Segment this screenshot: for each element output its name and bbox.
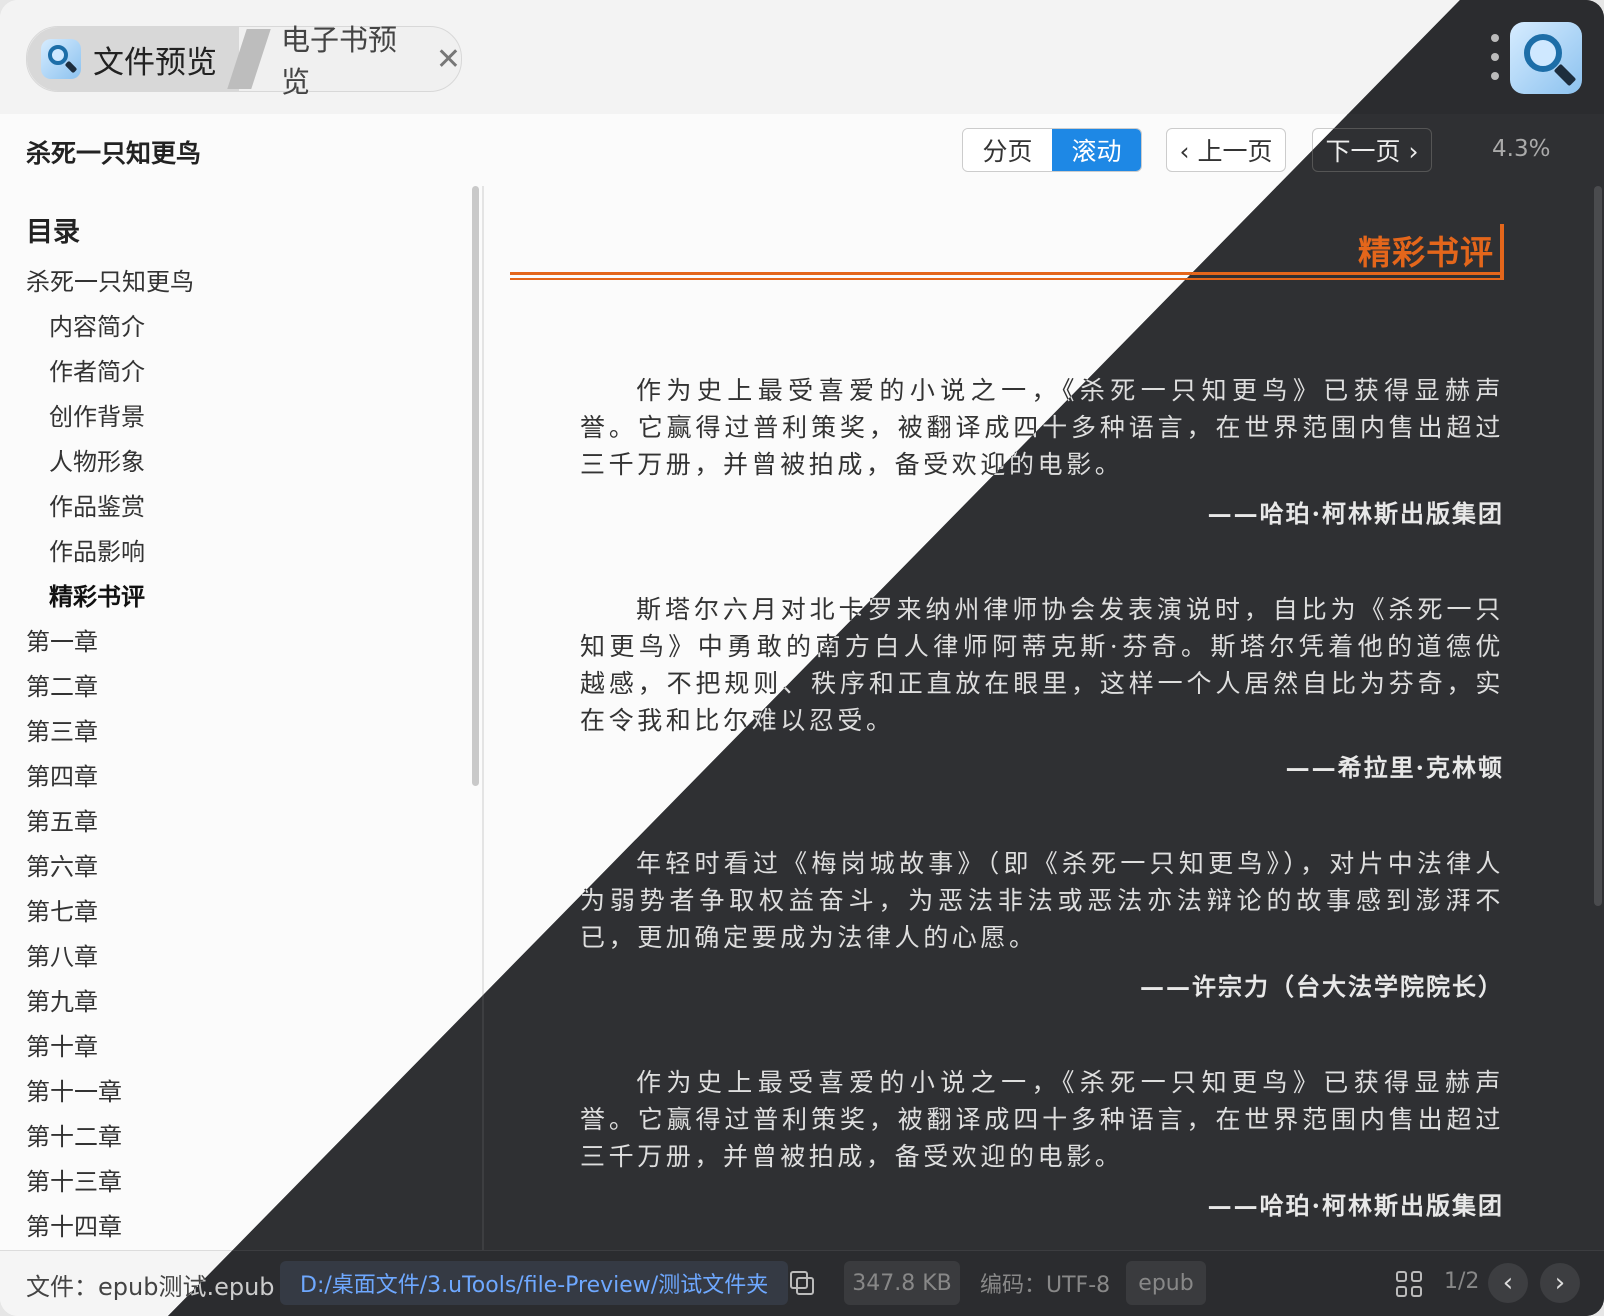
app-window: 文件预览 电子书预览 ✕ 杀死一只知更鸟 分页 滚动 ‹ 上一页 下一页 › 4…	[0, 0, 1604, 1316]
reading-progress: 4.3%	[1492, 136, 1551, 162]
tab-file-preview[interactable]: 文件预览	[27, 27, 239, 91]
file-size: 347.8 KB	[844, 1261, 960, 1305]
toc-item[interactable]: 第九章	[26, 982, 98, 1017]
close-icon[interactable]: ✕	[436, 42, 461, 77]
page-indicator: 1/2	[1444, 1269, 1480, 1294]
mode-scroll-button[interactable]: 滚动	[1052, 129, 1141, 171]
toc-item[interactable]: 第五章	[26, 802, 98, 837]
next-page-button[interactable]: 下一页 ›	[1312, 128, 1432, 172]
prev-file-button[interactable]: ‹	[1488, 1263, 1528, 1303]
toc-item[interactable]: 内容简介	[49, 307, 145, 342]
prev-page-button[interactable]: ‹ 上一页	[1166, 128, 1286, 172]
toc-item[interactable]: 第二章	[26, 667, 98, 702]
toc-item[interactable]: 作者简介	[49, 352, 145, 387]
toc-item[interactable]: 第四章	[26, 757, 98, 792]
toc-item[interactable]: 第十二章	[26, 1117, 122, 1152]
file-path-link[interactable]: D:/桌面文件/3.uTools/file-Preview/测试文件夹	[280, 1261, 789, 1305]
magnifier-icon	[41, 39, 81, 79]
toc-heading: 目录	[26, 217, 80, 248]
title-bar: 文件预览 电子书预览 ✕	[0, 0, 1604, 115]
toc-scrollbar[interactable]	[472, 186, 479, 786]
app-logo-icon[interactable]	[1510, 22, 1582, 94]
mode-paged-button[interactable]: 分页	[963, 129, 1052, 171]
toc-item[interactable]: 杀死一只知更鸟	[26, 262, 194, 297]
tab-ebook-preview-label: 电子书预览	[281, 23, 398, 99]
next-file-button[interactable]: ›	[1540, 1263, 1580, 1303]
review-paragraph: 年轻时看过《梅岗城故事》（即《杀死一只知更鸟》），对片中法律人为弱势者争取权益奋…	[580, 849, 1504, 952]
toc-item[interactable]: 人物形象	[49, 442, 145, 477]
view-mode-switch: 分页 滚动	[962, 128, 1142, 172]
file-encoding: 编码：UTF-8	[980, 1273, 1111, 1298]
toc-item[interactable]: 第八章	[26, 937, 98, 972]
toc-item[interactable]: 第六章	[26, 847, 98, 882]
toc-item[interactable]: 第十四章	[26, 1207, 122, 1242]
tab-file-preview-label: 文件预览	[93, 44, 217, 81]
content-scrollbar[interactable]	[1594, 186, 1602, 906]
review-attribution: ——哈珀·柯林斯出版集团	[1207, 499, 1504, 528]
review-attribution: ——希拉里·克林顿	[1285, 753, 1504, 782]
status-bar: 文件：epub测试.epub D:/桌面文件/3.uTools/file-Pre…	[168, 1250, 1604, 1316]
toc-item[interactable]: 作品影响	[49, 532, 145, 567]
tab-group: 文件预览 电子书预览 ✕	[26, 23, 462, 99]
toc-item[interactable]: 作品鉴赏	[49, 487, 145, 522]
more-menu-icon[interactable]	[1490, 34, 1500, 80]
toc-item[interactable]: 第十一章	[26, 1072, 122, 1107]
toc-item[interactable]: 第十三章	[26, 1162, 122, 1197]
toc-item[interactable]: 精彩书评	[49, 577, 145, 612]
section-heading: 精彩书评	[1358, 233, 1494, 272]
review-attribution: ——许宗力（台大法学院院长）	[1140, 972, 1504, 1001]
review-paragraph: 作为史上最受喜爱的小说之一，《杀死一只知更鸟》已获得显赫声誉。它赢得过普利策奖，…	[580, 1068, 1504, 1171]
copy-icon[interactable]	[790, 1271, 814, 1295]
toc-item[interactable]: 第三章	[26, 712, 98, 747]
toc-item[interactable]: 第十章	[26, 1027, 98, 1062]
file-type: epub	[1126, 1261, 1206, 1305]
toc-item[interactable]: 第一章	[26, 622, 98, 657]
tab-ebook-preview[interactable]: 电子书预览 ✕	[261, 23, 461, 99]
book-title: 杀死一只知更鸟	[26, 139, 202, 168]
grid-icon[interactable]	[1396, 1271, 1422, 1297]
toc-item[interactable]: 创作背景	[49, 397, 145, 432]
toc-item[interactable]: 第七章	[26, 892, 98, 927]
review-attribution: ——哈珀·柯林斯出版集团	[1207, 1191, 1504, 1220]
